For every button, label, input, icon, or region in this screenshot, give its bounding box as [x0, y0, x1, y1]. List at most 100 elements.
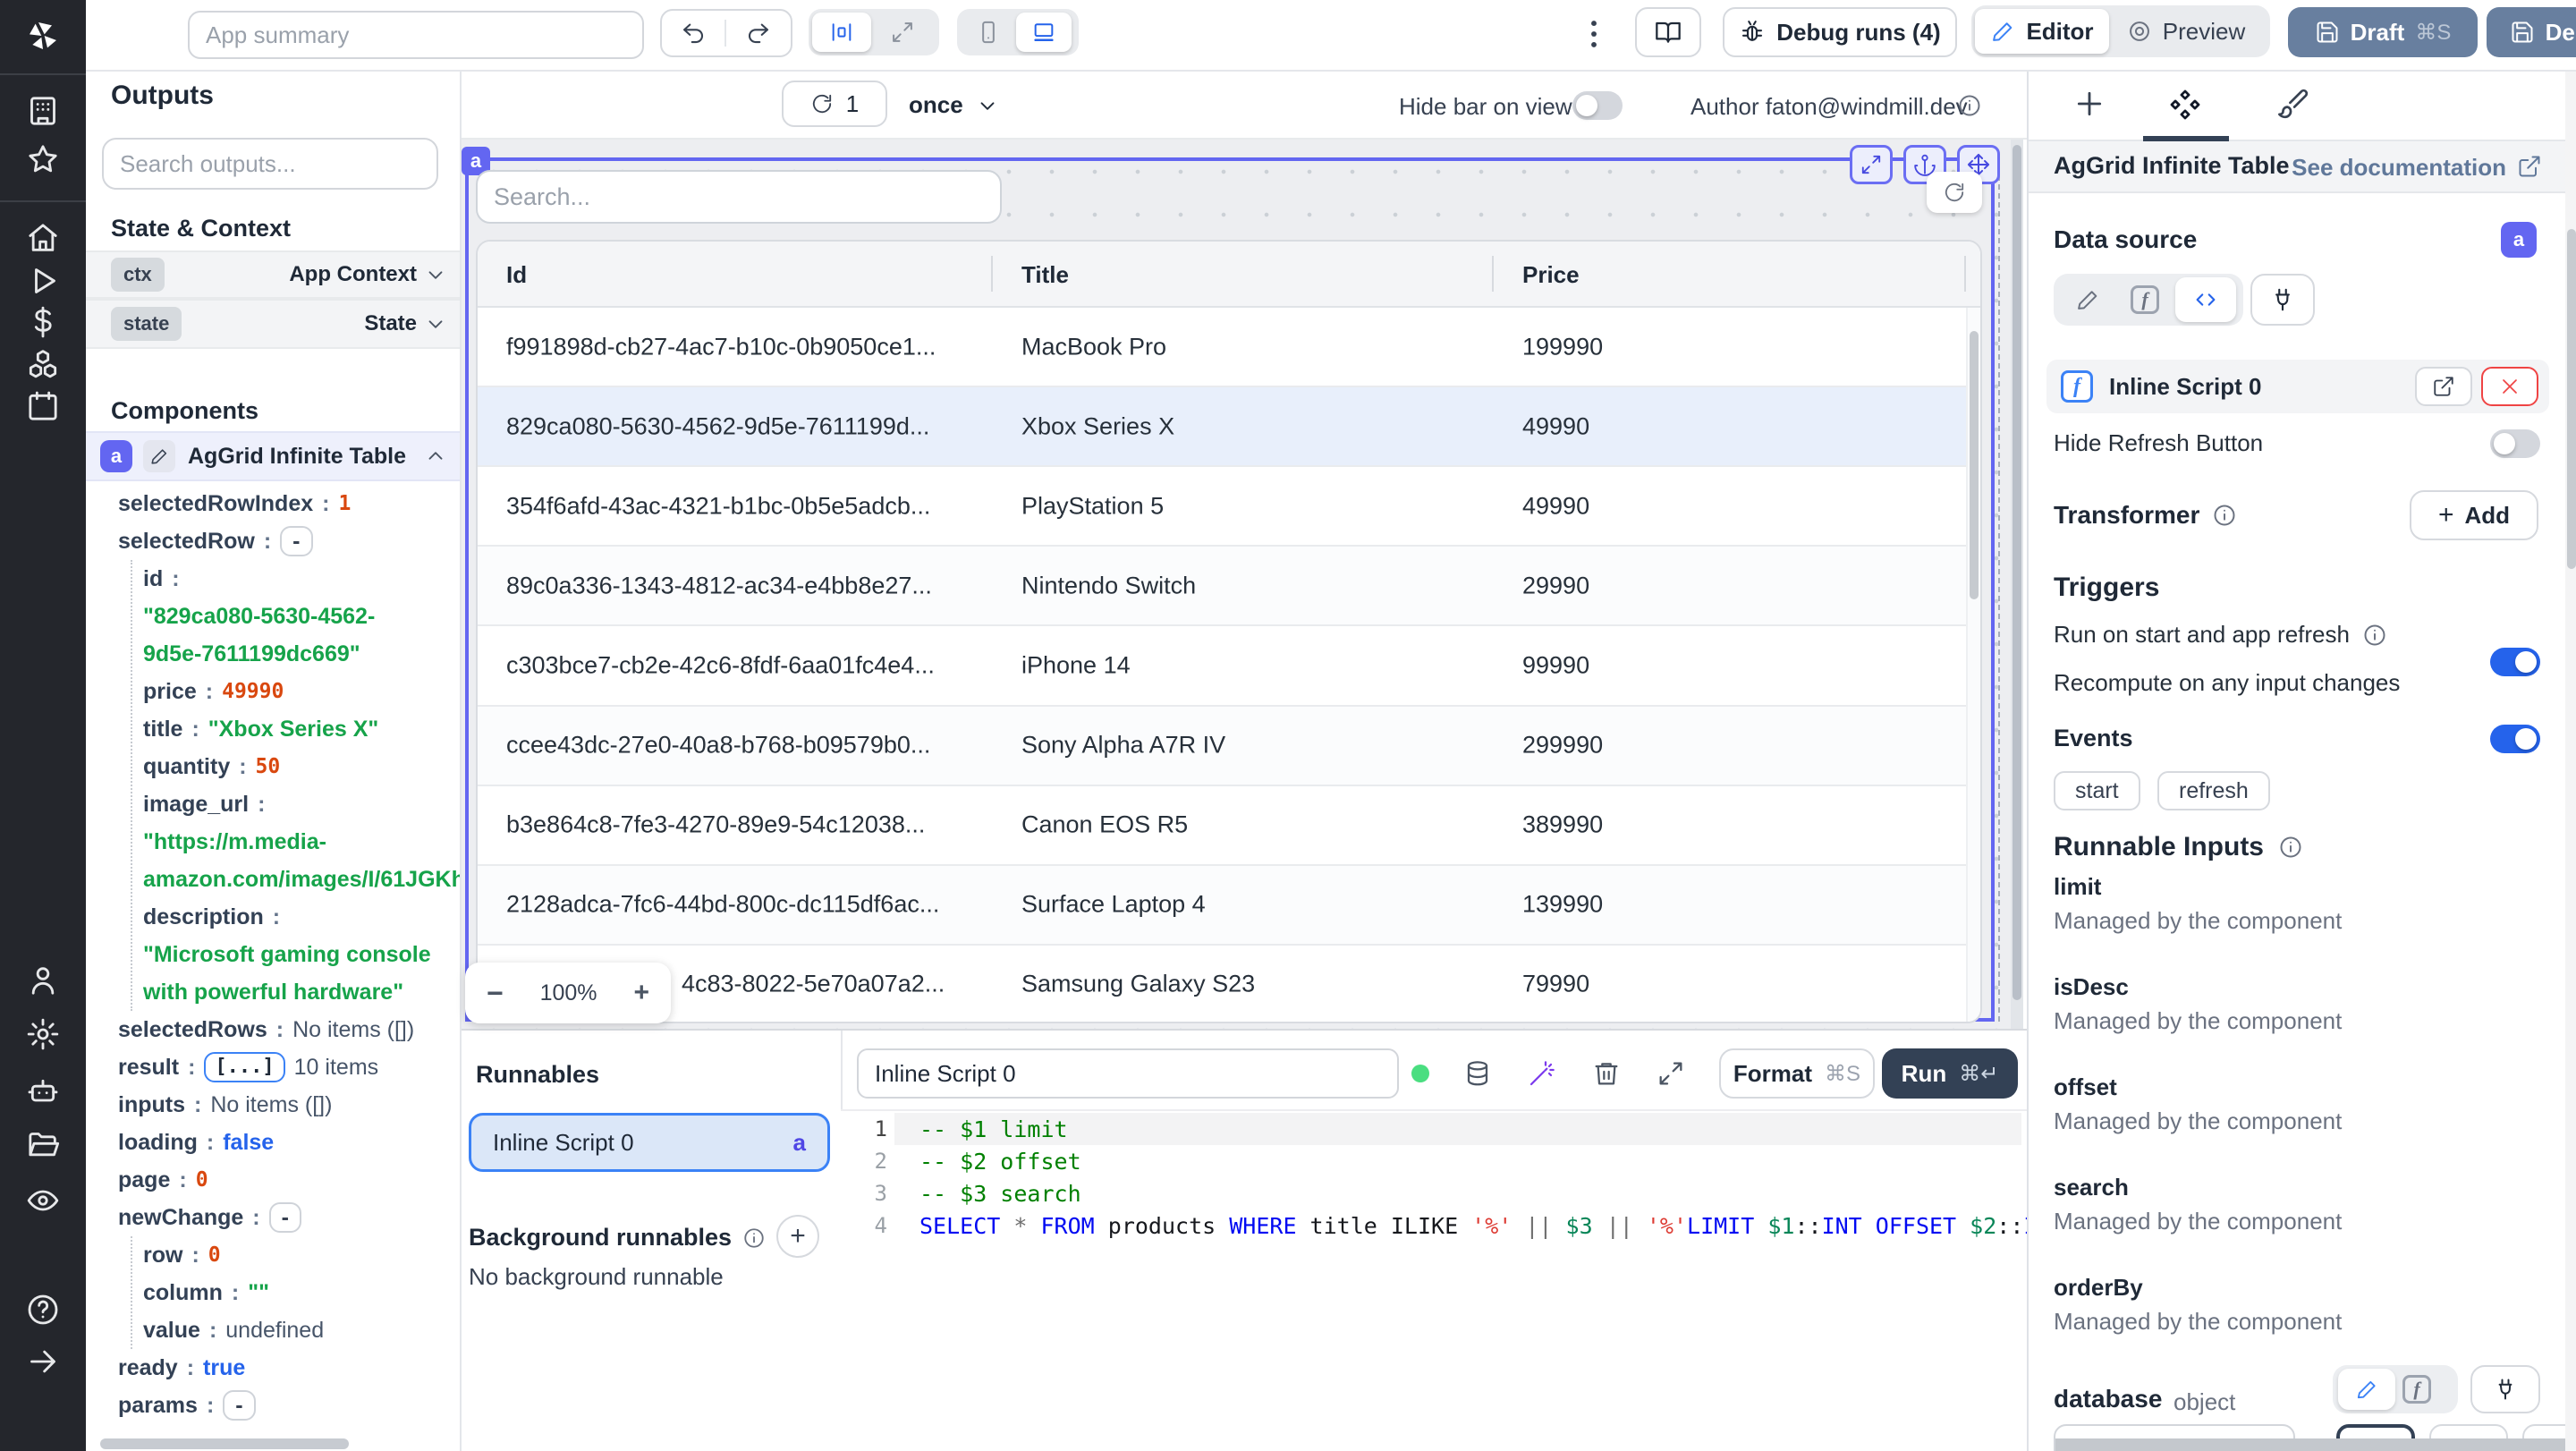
full-width-layout-button[interactable] [871, 20, 934, 45]
info-icon[interactable] [1957, 93, 1982, 118]
output-prop[interactable]: "829ca080-5630-4562- [143, 598, 375, 635]
deploy-button[interactable]: Deploy [2487, 7, 2576, 57]
windmill-logo-icon[interactable] [25, 18, 61, 54]
table-row[interactable]: 2128adca-7fc6-44bd-800c-dc115df6ac... Sur… [478, 865, 1970, 946]
table-row[interactable]: ccee43dc-27e0-40a8-b768-b09579b0... Sony … [478, 706, 1970, 786]
column-header-id[interactable]: Id [506, 261, 527, 289]
redo-icon[interactable] [726, 20, 791, 47]
mobile-view-button[interactable] [961, 20, 1016, 45]
hide-bar-toggle[interactable] [1572, 91, 1623, 120]
table-row[interactable]: f991898d-cb27-4ac7-b10c-0b9050ce1... MacB… [478, 308, 1970, 388]
output-prop[interactable]: with powerful hardware" [143, 973, 403, 1011]
output-prop[interactable]: selectedRowIndex:1 [118, 485, 351, 522]
app-canvas[interactable]: a Id Title Price f991898d-cb27-4ac7-b10c… [462, 140, 2011, 1029]
code-mode-icon-selected[interactable] [2175, 277, 2236, 322]
recompute-toggle[interactable] [2490, 725, 2540, 753]
workers-robot-icon[interactable] [25, 1073, 61, 1109]
tab-editor[interactable]: Editor [1975, 9, 2109, 54]
code-line[interactable]: 1 -- $1 limit [841, 1113, 2027, 1145]
template-f-icon[interactable]: f [2131, 285, 2159, 314]
docs-book-button[interactable] [1635, 7, 1701, 57]
zoom-out-button[interactable]: − [487, 977, 504, 1010]
ai-wand-icon[interactable] [1528, 1059, 1556, 1088]
output-prop[interactable]: image_url: [143, 785, 265, 823]
variables-dollar-icon[interactable] [25, 304, 61, 340]
run-button[interactable]: Run ⌘↵ [1882, 1048, 2018, 1099]
resources-cubes-icon[interactable] [25, 347, 61, 383]
more-menu-kebab-icon[interactable] [1574, 14, 1614, 54]
component-settings-tab[interactable] [2168, 88, 2202, 122]
table-row[interactable]: b3e864c8-7fe3-4270-89e9-54c12038... Canon… [478, 785, 1970, 866]
event-chip-refresh[interactable]: refresh [2157, 771, 2270, 810]
outputs-hscrollbar[interactable] [100, 1438, 349, 1449]
table-row[interactable]: c303bce7-cb2e-42c6-8fdf-6aa01fc4e4... iPh… [478, 626, 1970, 707]
chevron-up-icon[interactable] [424, 445, 447, 468]
settings-gear-icon[interactable] [25, 1016, 61, 1052]
output-prop[interactable]: id: [143, 560, 180, 598]
table-search-input[interactable] [476, 170, 1002, 224]
table-vscrollbar[interactable] [1966, 308, 1980, 1022]
collapse-arrow-icon[interactable] [25, 1344, 61, 1379]
output-prop[interactable]: "Microsoft gaming console [143, 936, 431, 973]
center-layout-button[interactable] [812, 13, 871, 52]
folders-icon[interactable] [25, 1127, 61, 1163]
output-prop[interactable]: description: [143, 898, 280, 936]
component-row-aggrid[interactable]: a AgGrid Infinite Table [86, 431, 460, 481]
delete-trash-icon[interactable] [1592, 1059, 1621, 1088]
see-documentation-link[interactable]: See documentation [2292, 154, 2506, 182]
output-prop[interactable]: column: "" [143, 1274, 269, 1311]
output-prop[interactable]: price:49990 [143, 673, 284, 710]
output-prop[interactable]: value: undefined [143, 1311, 324, 1349]
connect-plug-button[interactable] [2250, 274, 2315, 326]
output-prop[interactable]: loading: false [118, 1124, 274, 1161]
format-button[interactable]: Format ⌘S [1719, 1048, 1875, 1099]
table-row[interactable]: 4c83-8022-5e70a07a2... Samsung Galaxy S23… [478, 945, 1970, 1022]
script-name-input[interactable] [857, 1048, 1399, 1099]
code-line[interactable]: 2 -- $2 offset [841, 1145, 2027, 1177]
hide-refresh-toggle[interactable] [2490, 429, 2540, 458]
output-prop[interactable]: amazon.com/images/I/61JGKhc [143, 861, 460, 898]
runs-play-icon[interactable] [25, 263, 61, 299]
output-prop[interactable]: selectedRow: - [118, 522, 313, 560]
edit-component-pencil-icon[interactable] [143, 440, 175, 472]
help-icon[interactable] [25, 1292, 61, 1328]
output-prop[interactable]: quantity:50 [143, 748, 280, 785]
table-row[interactable]: 829ca080-5630-4562-9d5e-7611199d... Xbox … [478, 387, 1970, 468]
app-summary-input[interactable] [188, 11, 644, 59]
column-header-price[interactable]: Price [1522, 261, 1580, 289]
code-line[interactable]: 4 SELECT * FROM products WHERE title ILIK… [841, 1209, 2078, 1242]
run-on-start-toggle[interactable] [2490, 648, 2540, 676]
static-pencil-icon[interactable] [2061, 287, 2114, 312]
table-refresh-button[interactable] [1927, 172, 1982, 213]
home-icon[interactable] [25, 220, 61, 256]
favorites-star-icon[interactable] [25, 141, 61, 177]
output-prop[interactable]: result: [...] 10 items [118, 1048, 378, 1086]
database-icon[interactable] [1463, 1059, 1492, 1088]
settings-hscrollbar[interactable] [2055, 1438, 2565, 1451]
database-f-icon[interactable]: f [2402, 1375, 2431, 1404]
draft-button[interactable]: Draft ⌘S [2288, 7, 2478, 57]
open-script-external-button[interactable] [2415, 367, 2472, 406]
undo-icon[interactable] [662, 20, 727, 47]
expand-editor-icon[interactable] [1657, 1059, 1685, 1088]
output-prop[interactable]: inputs: No items ([]) [118, 1086, 332, 1124]
output-prop[interactable]: selectedRows: No items ([]) [118, 1011, 414, 1048]
styling-brush-tab[interactable] [2277, 86, 2311, 120]
remove-script-button[interactable] [2481, 367, 2538, 406]
expand-component-button[interactable] [1850, 145, 1893, 184]
runnable-item-inline-script-0[interactable]: Inline Script 0 a [469, 1113, 830, 1172]
users-icon[interactable] [25, 963, 61, 998]
frequency-dropdown[interactable]: once [909, 91, 999, 119]
output-prop[interactable]: page:0 [118, 1161, 208, 1199]
database-pencil-icon-selected[interactable] [2338, 1369, 2395, 1410]
zoom-in-button[interactable]: + [633, 978, 649, 1008]
sql-code-editor[interactable]: 1 -- $1 limit 2 -- $2 offset 3 -- $3 search 4 S… [841, 1111, 2078, 1451]
desktop-view-button[interactable] [1016, 13, 1072, 52]
table-row[interactable]: 354f6afd-43ac-4321-b1bc-0b5e5adcb... Play… [478, 467, 1970, 547]
ctx-row[interactable]: ctx App Context [86, 250, 460, 299]
settings-vscrollbar[interactable] [2565, 72, 2576, 1451]
add-transformer-button[interactable]: + Add [2410, 490, 2538, 540]
output-prop[interactable]: 9d5e-7611199dc669" [143, 635, 360, 673]
output-prop[interactable]: ready: true [118, 1349, 245, 1387]
workspace-icon[interactable] [25, 93, 61, 129]
